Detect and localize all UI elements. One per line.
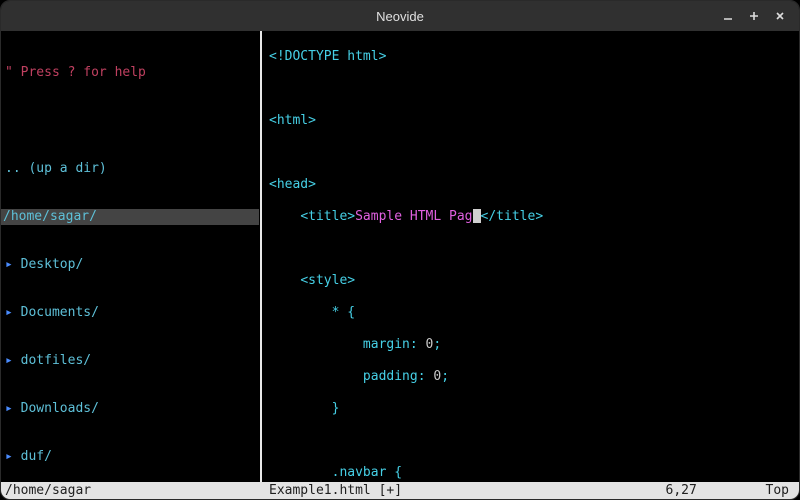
help-hint: " Press ? for help <box>5 65 255 81</box>
code-line <box>269 145 793 161</box>
blank-line <box>5 113 255 129</box>
code-line: <head> <box>269 177 793 193</box>
close-icon <box>774 10 786 22</box>
code-line: * { <box>269 305 793 321</box>
chevron-right-icon: ▸ <box>5 257 21 272</box>
code-line: <!DOCTYPE html> <box>269 49 793 65</box>
code-line: } <box>269 401 793 417</box>
editor-content: " Press ? for help .. (up a dir) /home/s… <box>1 31 799 482</box>
titlebar[interactable]: Neovide <box>1 1 799 31</box>
code-line <box>269 241 793 257</box>
dir-entry[interactable]: ▸ Documents/ <box>5 305 255 321</box>
chevron-right-icon: ▸ <box>5 401 21 416</box>
minimize-button[interactable] <box>715 3 741 29</box>
close-button[interactable] <box>767 3 793 29</box>
status-cwd: /home/sagar <box>5 482 263 499</box>
chevron-right-icon: ▸ <box>5 449 21 464</box>
app-window: Neovide " Press ? for help .. (up a dir)… <box>0 0 800 500</box>
window-title: Neovide <box>376 9 424 24</box>
code-line: padding: 0; <box>269 369 793 385</box>
code-line: <title>Sample HTML Pag</title> <box>269 209 793 225</box>
maximize-icon <box>748 10 760 22</box>
minimize-icon <box>722 10 734 22</box>
status-file: Example1.html [+] <box>263 482 666 499</box>
dir-entry[interactable]: ▸ Desktop/ <box>5 257 255 273</box>
dir-entry[interactable]: ▸ dotfiles/ <box>5 353 255 369</box>
code-line: <style> <box>269 273 793 289</box>
dir-entry[interactable]: ▸ duf/ <box>5 449 255 465</box>
code-line: .navbar { <box>269 465 793 481</box>
dir-entry[interactable]: ▸ Downloads/ <box>5 401 255 417</box>
current-dir[interactable]: /home/sagar/ <box>1 209 259 225</box>
code-line <box>269 81 793 97</box>
code-line: margin: 0; <box>269 337 793 353</box>
chevron-right-icon: ▸ <box>5 305 21 320</box>
split-divider[interactable] <box>260 31 262 482</box>
code-line <box>269 433 793 449</box>
statusbar: /home/sagar Example1.html [+] 6,27 Top <box>1 482 799 499</box>
file-tree[interactable]: " Press ? for help .. (up a dir) /home/s… <box>1 31 259 482</box>
up-dir[interactable]: .. (up a dir) <box>5 161 255 177</box>
code-line: <html> <box>269 113 793 129</box>
status-cursor-pos: 6,27 <box>666 482 766 499</box>
status-scroll: Top <box>766 482 795 499</box>
code-editor[interactable]: <!DOCTYPE html> <html> <head> <title>Sam… <box>263 31 799 482</box>
text-cursor <box>473 209 481 223</box>
chevron-right-icon: ▸ <box>5 353 21 368</box>
window-controls <box>715 3 793 29</box>
maximize-button[interactable] <box>741 3 767 29</box>
